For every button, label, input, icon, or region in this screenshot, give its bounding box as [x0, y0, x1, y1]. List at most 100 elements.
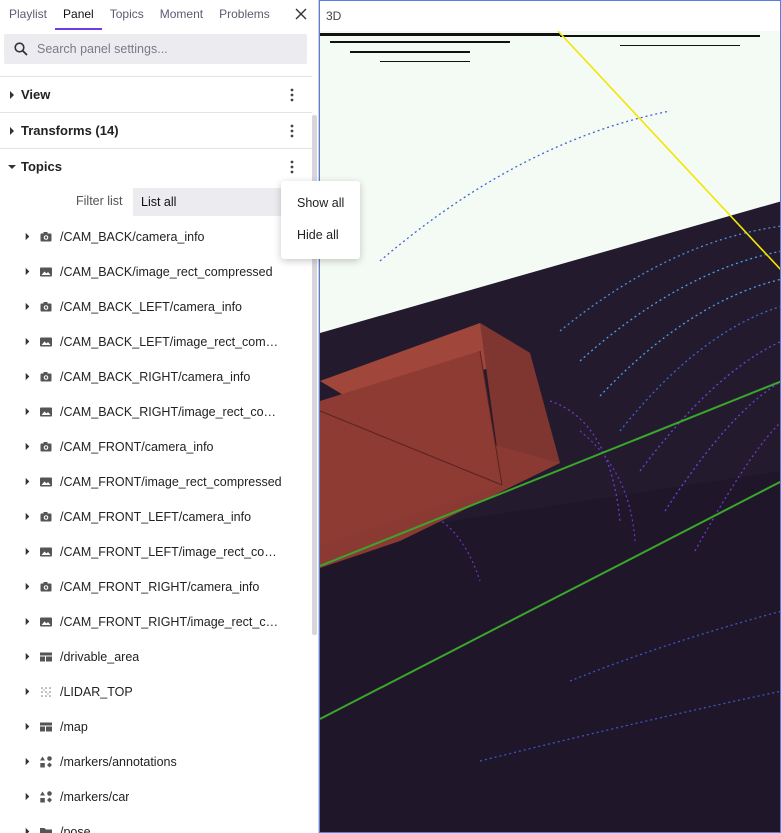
tab-problems[interactable]: Problems: [211, 0, 278, 30]
app-root: Playlist Panel Topics Moment Problems Vi…: [0, 0, 781, 833]
chevron-right-icon[interactable]: [23, 722, 32, 731]
section-view[interactable]: View: [0, 76, 312, 112]
menu-item-show-all[interactable]: Show all: [281, 191, 360, 223]
shapes-icon: [40, 755, 52, 767]
chevron-right-icon[interactable]: [23, 827, 32, 833]
topic-name: /CAM_FRONT_LEFT/camera_info: [60, 509, 252, 524]
topic-name: /CAM_FRONT_RIGHT/camera_info: [60, 579, 260, 594]
close-icon[interactable]: [293, 6, 309, 22]
camera-icon: [40, 441, 52, 451]
camera-icon: [40, 231, 52, 241]
topic-name: /CAM_BACK_RIGHT/image_rect_com...: [60, 404, 282, 419]
topic-row[interactable]: /LIDAR_TOP: [0, 674, 312, 709]
grid-icon: [40, 722, 52, 731]
topic-name: /CAM_FRONT/camera_info: [60, 439, 214, 454]
chevron-right-icon[interactable]: [23, 547, 32, 556]
topic-name: /CAM_FRONT/image_rect_compressed: [60, 474, 282, 489]
search-icon: [14, 42, 28, 56]
image-icon: [40, 407, 52, 416]
topic-name: /CAM_FRONT_LEFT/image_rect_com...: [60, 544, 282, 559]
chevron-right-icon[interactable]: [23, 757, 32, 766]
image-icon: [40, 617, 52, 626]
topic-row[interactable]: /markers/car: [0, 779, 312, 814]
tab-panel[interactable]: Panel: [55, 0, 102, 30]
3d-scene: [320, 1, 780, 832]
viewport-titlebar: 3D: [320, 1, 780, 31]
topic-name: /map: [60, 719, 88, 734]
tab-playlist[interactable]: Playlist: [0, 0, 55, 30]
camera-icon: [40, 581, 52, 591]
topic-name: /CAM_BACK/camera_info: [60, 229, 205, 244]
topic-name: /drivable_area: [60, 649, 140, 664]
chevron-right-icon[interactable]: [23, 372, 32, 381]
chevron-right-icon[interactable]: [23, 582, 32, 591]
camera-icon: [40, 301, 52, 311]
topic-row[interactable]: /CAM_FRONT/camera_info: [0, 429, 312, 464]
menu-item-hide-all[interactable]: Hide all: [281, 223, 360, 255]
topic-name: /pose: [60, 824, 91, 833]
chevron-right-icon[interactable]: [23, 232, 32, 241]
settings-sidebar: Playlist Panel Topics Moment Problems Vi…: [0, 0, 318, 833]
chevron-right-icon: [10, 126, 14, 135]
image-icon: [40, 267, 52, 276]
topic-name: /markers/car: [60, 789, 130, 804]
section-topics[interactable]: Topics: [0, 148, 312, 184]
grid-icon: [40, 652, 52, 661]
chevron-right-icon[interactable]: [23, 267, 32, 276]
search-field[interactable]: [4, 34, 307, 64]
chevron-right-icon[interactable]: [23, 617, 32, 626]
topic-row[interactable]: /drivable_area: [0, 639, 312, 674]
image-icon: [40, 337, 52, 346]
folder-icon: [40, 827, 52, 833]
topic-row[interactable]: /CAM_FRONT_LEFT/camera_info: [0, 499, 312, 534]
topic-row[interactable]: /pose: [0, 814, 312, 833]
topic-row[interactable]: /CAM_FRONT_LEFT/image_rect_com...: [0, 534, 312, 569]
section-title: View: [21, 87, 51, 102]
chevron-down-icon: [8, 164, 16, 169]
filter-list-select[interactable]: List all: [133, 188, 303, 216]
chevron-right-icon[interactable]: [23, 337, 32, 346]
more-vertical-icon[interactable]: [284, 123, 300, 139]
topic-name: /CAM_BACK/image_rect_compressed: [60, 264, 273, 279]
chevron-right-icon: [10, 90, 14, 99]
filter-list-label: Filter list: [76, 194, 123, 208]
viewport-title: 3D: [326, 9, 342, 23]
topic-name: /markers/annotations: [60, 754, 177, 769]
tab-moment[interactable]: Moment: [152, 0, 211, 30]
shapes-icon: [40, 790, 52, 802]
topic-name: /LIDAR_TOP: [60, 684, 133, 699]
more-vertical-icon[interactable]: [284, 159, 300, 175]
topic-row[interactable]: /map: [0, 709, 312, 744]
topic-name: /CAM_FRONT_RIGHT/image_rect_co...: [60, 614, 282, 629]
camera-icon: [40, 511, 52, 521]
topic-row[interactable]: /CAM_BACK_LEFT/image_rect_compr...: [0, 324, 312, 359]
topic-row[interactable]: /CAM_BACK_RIGHT/image_rect_com...: [0, 394, 312, 429]
search-input[interactable]: [37, 42, 297, 56]
chevron-right-icon[interactable]: [23, 407, 32, 416]
chevron-right-icon[interactable]: [23, 442, 32, 451]
topic-row[interactable]: /CAM_BACK/camera_info: [0, 219, 312, 254]
3d-viewport[interactable]: 3D: [319, 0, 781, 833]
topic-row[interactable]: /CAM_FRONT/image_rect_compressed: [0, 464, 312, 499]
more-vertical-icon[interactable]: [284, 87, 300, 103]
chevron-right-icon[interactable]: [23, 792, 32, 801]
camera-icon: [40, 371, 52, 381]
sidebar-tabs: Playlist Panel Topics Moment Problems: [0, 0, 318, 30]
chevron-right-icon[interactable]: [23, 687, 32, 696]
chevron-right-icon[interactable]: [23, 302, 32, 311]
image-icon: [40, 547, 52, 556]
topic-row[interactable]: /markers/annotations: [0, 744, 312, 779]
section-transforms[interactable]: Transforms (14): [0, 112, 312, 148]
tab-topics[interactable]: Topics: [102, 0, 152, 30]
topic-row[interactable]: /CAM_FRONT_RIGHT/camera_info: [0, 569, 312, 604]
chevron-right-icon[interactable]: [23, 512, 32, 521]
topic-row[interactable]: /CAM_BACK/image_rect_compressed: [0, 254, 312, 289]
section-title: Topics: [21, 159, 62, 174]
topic-name: /CAM_BACK_RIGHT/camera_info: [60, 369, 251, 384]
topic-row[interactable]: /CAM_FRONT_RIGHT/image_rect_co...: [0, 604, 312, 639]
topic-row[interactable]: /CAM_BACK_LEFT/camera_info: [0, 289, 312, 324]
topic-name: /CAM_BACK_LEFT/camera_info: [60, 299, 243, 314]
chevron-right-icon[interactable]: [23, 477, 32, 486]
chevron-right-icon[interactable]: [23, 652, 32, 661]
topic-row[interactable]: /CAM_BACK_RIGHT/camera_info: [0, 359, 312, 394]
